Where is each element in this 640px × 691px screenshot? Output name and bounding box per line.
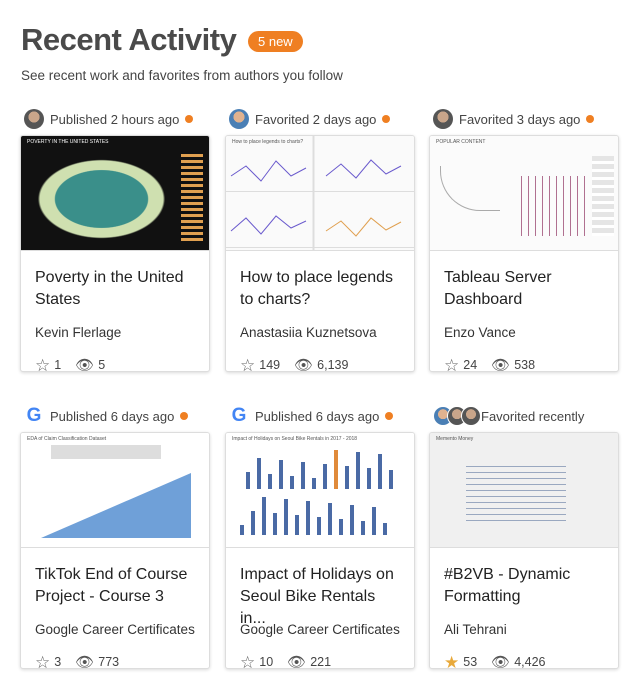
activity-meta: G Published 6 days ago [24,405,210,427]
star-icon[interactable]: ☆ [35,357,50,372]
author-name[interactable]: Ali Tehrani [430,610,618,637]
author-name[interactable]: Enzo Vance [430,313,618,340]
star-icon[interactable]: ☆ [35,654,50,669]
favorite-count: 3 [54,655,62,669]
activity-meta: Favorited 3 days ago [433,108,619,130]
workbook-title[interactable]: Poverty in the United States [21,251,209,313]
activity-text: Published 6 days ago [50,408,175,424]
activity-text: Published 2 hours ago [50,111,180,127]
workbook-title[interactable]: Impact of Holidays on Seoul Bike Rentals… [226,548,414,627]
favorite-count: 10 [259,655,274,669]
workbook-title[interactable]: How to place legends to charts? [226,251,414,313]
workbook-title[interactable]: TikTok End of Course Project - Course 3 [21,548,209,610]
activity-text: Published 6 days ago [255,408,380,424]
workbook-card[interactable]: Impact of Holidays on Seoul Bike Rentals… [225,432,415,669]
author-name[interactable]: Anastasiia Kuznetsova [226,313,414,340]
view-count: 6,139 [317,358,349,372]
workbook-thumbnail[interactable]: POVERTY IN THE UNITED STATES [21,136,209,251]
unread-dot [382,115,391,123]
activity-item: Favorited recently Memento Money #B2VB - D… [429,405,619,669]
favorite-count: 1 [54,358,62,372]
activity-meta: G Published 6 days ago [229,405,415,427]
star-icon[interactable]: ★ [444,654,459,669]
activity-text: Favorited recently [481,408,585,424]
new-count-badge: 5 new [248,31,303,52]
workbook-card[interactable]: EDA of Claim Classification Dataset TikTo… [20,432,210,669]
favorite-count: 53 [463,655,478,669]
workbook-thumbnail[interactable]: Memento Money [430,433,618,548]
author-name[interactable]: Kevin Flerlage [21,313,209,340]
eye-icon: 👁 [491,357,511,372]
workbook-card[interactable]: POVERTY IN THE UNITED STATES Poverty in t… [20,135,210,372]
activity-meta: Favorited recently [433,405,619,427]
view-count: 221 [310,655,332,669]
avatar[interactable] [24,109,44,129]
eye-icon: 👁 [75,357,95,372]
star-icon[interactable]: ☆ [240,357,255,372]
workbook-card[interactable]: How to place legends to charts? How to pl… [225,135,415,372]
activity-item: Favorited 3 days ago POPULAR CONTENT Table… [429,108,619,372]
activity-item: G Published 6 days ago Impact of Holidays … [225,405,415,669]
workbook-card[interactable]: Memento Money #B2VB - Dynamic Formatting A… [429,432,619,669]
view-count: 773 [98,655,120,669]
star-icon[interactable]: ☆ [444,357,459,372]
activity-meta: Favorited 2 days ago [229,108,415,130]
view-count: 4,426 [514,655,546,669]
workbook-title[interactable]: Tableau Server Dashboard [430,251,618,313]
activity-item: Published 2 hours ago POVERTY IN THE UNIT… [20,108,210,372]
author-name[interactable]: Google Career Certificates [21,610,209,637]
activity-meta: Published 2 hours ago [24,108,210,130]
eye-icon: 👁 [294,357,314,372]
view-count: 5 [98,358,106,372]
avatar[interactable] [433,109,453,129]
thumbnail-title: POVERTY IN THE UNITED STATES [27,139,109,145]
thumbnail-title: How to place legends to charts? [232,139,304,145]
unread-dot [185,115,194,123]
google-logo-icon: G [231,405,247,426]
avatar-group[interactable] [433,406,481,426]
view-count: 538 [514,358,536,372]
activity-item: G Published 6 days ago EDA of Claim Classi… [20,405,210,669]
unread-dot [586,115,595,123]
eye-icon: 👁 [491,654,511,669]
eye-icon: 👁 [75,654,95,669]
thumbnail-title: Memento Money [436,436,474,442]
workbook-card[interactable]: POPULAR CONTENT Tableau Server Dashboard E… [429,135,619,372]
workbook-thumbnail[interactable]: How to place legends to charts? [226,136,414,251]
workbook-thumbnail[interactable]: POPULAR CONTENT [430,136,618,251]
thumbnail-title: POPULAR CONTENT [436,139,486,145]
google-logo-icon: G [26,405,42,426]
activity-item: Favorited 2 days ago How to place legends… [225,108,415,372]
unread-dot [180,412,189,420]
activity-text: Favorited 3 days ago [459,111,581,127]
thumbnail-title: Impact of Holidays on Seoul Bike Rentals… [232,436,358,442]
eye-icon: 👁 [287,654,307,669]
workbook-thumbnail[interactable]: EDA of Claim Classification Dataset [21,433,209,548]
activity-text: Favorited 2 days ago [255,111,377,127]
page-subtitle: See recent work and favorites from autho… [21,68,343,83]
star-icon[interactable]: ☆ [240,654,255,669]
page-title: Recent Activity [21,22,237,57]
workbook-thumbnail[interactable]: Impact of Holidays on Seoul Bike Rentals… [226,433,414,548]
favorite-count: 24 [463,358,478,372]
unread-dot [385,412,394,420]
favorite-count: 149 [259,358,281,372]
thumbnail-title: EDA of Claim Classification Dataset [27,436,107,442]
avatar[interactable] [229,109,249,129]
workbook-title[interactable]: #B2VB - Dynamic Formatting [430,548,618,610]
